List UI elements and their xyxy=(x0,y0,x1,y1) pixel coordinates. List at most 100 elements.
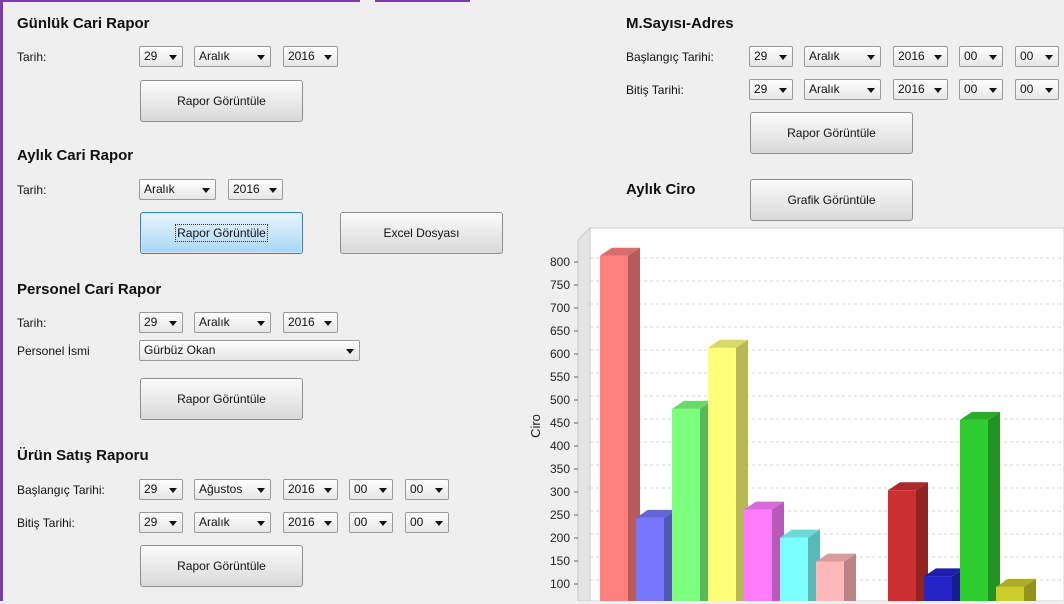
urun-report-button[interactable]: Rapor Görüntüle xyxy=(140,545,303,587)
bar-side xyxy=(844,553,856,601)
start-minute-select[interactable]: 00 xyxy=(1015,46,1059,67)
bar xyxy=(636,517,664,601)
day-select[interactable]: 29 xyxy=(139,312,183,333)
month-value: Aralık xyxy=(809,49,840,63)
end-day-select[interactable]: 29 xyxy=(749,79,793,100)
hour-value: 00 xyxy=(354,482,368,496)
dropdown-arrow-icon xyxy=(324,488,332,493)
bar xyxy=(960,419,988,601)
plot-side-wall xyxy=(577,226,591,602)
bar xyxy=(996,586,1024,601)
dropdown-arrow-icon xyxy=(324,55,332,60)
end-month-select[interactable]: Aralık xyxy=(194,512,271,533)
dropdown-arrow-icon xyxy=(346,349,354,354)
day-value: 29 xyxy=(754,49,768,63)
dropdown-arrow-icon xyxy=(989,88,997,93)
hour-value: 00 xyxy=(354,515,368,529)
button-label: Rapor Görüntüle xyxy=(175,224,268,242)
section-title-urun: Ürün Satış Raporu xyxy=(17,447,149,464)
dropdown-arrow-icon xyxy=(324,521,332,526)
month-value: Ağustos xyxy=(199,482,243,496)
section-title-ciro: Aylık Ciro xyxy=(626,181,696,198)
dropdown-arrow-icon xyxy=(169,55,177,60)
y-tick-label: 200 xyxy=(550,531,570,545)
personel-name-label: Personel İsmi xyxy=(17,344,90,358)
start-date-label: Başlangıç Tarihi: xyxy=(17,483,105,497)
start-hour-select[interactable]: 00 xyxy=(959,46,1003,67)
year-select[interactable]: 2016 xyxy=(283,312,338,333)
minute-value: 00 xyxy=(1020,82,1034,96)
end-year-select[interactable]: 2016 xyxy=(283,512,338,533)
day-select[interactable]: 29 xyxy=(139,46,183,67)
month-select[interactable]: Aralık xyxy=(194,46,271,67)
bar xyxy=(816,561,844,601)
year-value: 2016 xyxy=(288,515,315,529)
year-select[interactable]: 2016 xyxy=(228,179,283,200)
y-tick-label: 700 xyxy=(550,301,570,315)
y-tick-label: 750 xyxy=(550,278,570,292)
start-month-select[interactable]: Aralık xyxy=(804,46,881,67)
start-day-select[interactable]: 29 xyxy=(139,479,183,500)
end-minute-select[interactable]: 00 xyxy=(1015,79,1059,100)
personel-report-button[interactable]: Rapor Görüntüle xyxy=(140,378,303,420)
start-minute-select[interactable]: 00 xyxy=(405,479,449,500)
end-year-select[interactable]: 2016 xyxy=(893,79,948,100)
end-hour-select[interactable]: 00 xyxy=(349,512,393,533)
month-value: Aralık xyxy=(144,182,175,196)
month-value: Aralık xyxy=(199,515,230,529)
month-select[interactable]: Aralık xyxy=(194,312,271,333)
minute-value: 00 xyxy=(410,482,424,496)
ciro-bar-chart: 100 150 200 250 300 350 400 450 500 550 600 650 700 7… xyxy=(528,226,1064,602)
dropdown-arrow-icon xyxy=(169,321,177,326)
button-label: Rapor Görüntüle xyxy=(177,559,266,573)
window-edge-top xyxy=(0,0,360,2)
day-value: 29 xyxy=(144,315,158,329)
dropdown-arrow-icon xyxy=(379,521,387,526)
day-value: 29 xyxy=(144,482,158,496)
start-hour-select[interactable]: 00 xyxy=(349,479,393,500)
end-month-select[interactable]: Aralık xyxy=(804,79,881,100)
end-day-select[interactable]: 29 xyxy=(139,512,183,533)
show-chart-button[interactable]: Grafik Görüntüle xyxy=(750,179,913,221)
gunluk-report-button[interactable]: Rapor Görüntüle xyxy=(140,80,303,122)
dropdown-arrow-icon xyxy=(257,321,265,326)
y-tick-label: 600 xyxy=(550,347,570,361)
dropdown-arrow-icon xyxy=(324,321,332,326)
personel-value: Gürbüz Okan xyxy=(144,343,216,357)
dropdown-arrow-icon xyxy=(867,55,875,60)
year-value: 2016 xyxy=(898,82,925,96)
dropdown-arrow-icon xyxy=(779,55,787,60)
end-hour-select[interactable]: 00 xyxy=(959,79,1003,100)
aylik-report-button[interactable]: Rapor Görüntüle xyxy=(140,212,303,254)
start-year-select[interactable]: 2016 xyxy=(893,46,948,67)
button-label: Rapor Görüntüle xyxy=(177,94,266,108)
start-month-select[interactable]: Ağustos xyxy=(194,479,271,500)
year-select[interactable]: 2016 xyxy=(283,46,338,67)
y-tick-label: 350 xyxy=(550,462,570,476)
y-tick-label: 150 xyxy=(550,554,570,568)
dropdown-arrow-icon xyxy=(934,88,942,93)
dropdown-arrow-icon xyxy=(989,55,997,60)
start-year-select[interactable]: 2016 xyxy=(283,479,338,500)
dropdown-arrow-icon xyxy=(169,488,177,493)
minute-value: 00 xyxy=(410,515,424,529)
section-title-aylik: Aylık Cari Rapor xyxy=(17,147,134,164)
personel-select[interactable]: Gürbüz Okan xyxy=(139,340,360,361)
section-title-gunluk: Günlük Cari Rapor xyxy=(17,15,150,32)
msayisi-report-button[interactable]: Rapor Görüntüle xyxy=(750,112,913,154)
y-tick-label: 650 xyxy=(550,324,570,338)
y-tick-label: 300 xyxy=(550,485,570,499)
section-title-personel: Personel Cari Rapor xyxy=(17,281,162,298)
dropdown-arrow-icon xyxy=(269,188,277,193)
excel-file-button[interactable]: Excel Dosyası xyxy=(340,212,503,254)
start-day-select[interactable]: 29 xyxy=(749,46,793,67)
bar xyxy=(600,255,628,601)
y-tick-label: 500 xyxy=(550,393,570,407)
month-select[interactable]: Aralık xyxy=(139,179,216,200)
bar xyxy=(888,490,916,601)
dropdown-arrow-icon xyxy=(257,521,265,526)
end-minute-select[interactable]: 00 xyxy=(405,512,449,533)
month-value: Aralık xyxy=(199,49,230,63)
dropdown-arrow-icon xyxy=(169,521,177,526)
year-value: 2016 xyxy=(898,49,925,63)
